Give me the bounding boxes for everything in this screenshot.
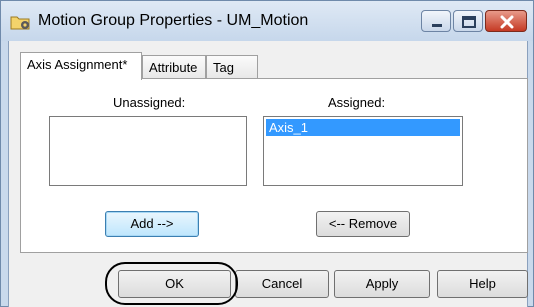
list-item[interactable]: Axis_1 bbox=[266, 119, 460, 136]
tab-tag[interactable]: Tag bbox=[206, 55, 258, 79]
folder-gear-icon bbox=[10, 13, 32, 31]
help-button[interactable]: Help bbox=[437, 270, 528, 298]
apply-button[interactable]: Apply bbox=[334, 270, 430, 298]
window-title: Motion Group Properties - UM_Motion bbox=[38, 12, 309, 29]
maximize-button[interactable] bbox=[453, 10, 483, 32]
title-bar[interactable]: Motion Group Properties - UM_Motion bbox=[1, 1, 533, 41]
tab-axis-assignment[interactable]: Axis Assignment* bbox=[20, 52, 142, 80]
remove-button[interactable]: <-- Remove bbox=[316, 211, 410, 237]
minimize-icon bbox=[432, 24, 442, 27]
cancel-button[interactable]: Cancel bbox=[235, 270, 329, 298]
assigned-listbox[interactable]: Axis_1 bbox=[263, 116, 463, 186]
assigned-label: Assigned: bbox=[328, 95, 386, 110]
close-button[interactable] bbox=[485, 10, 527, 32]
unassigned-listbox[interactable] bbox=[49, 116, 247, 186]
minimize-button[interactable] bbox=[421, 10, 451, 32]
dialog-client-area: Axis Assignment* Attribute Tag Unassigne… bbox=[8, 41, 528, 307]
tab-attribute[interactable]: Attribute bbox=[142, 55, 206, 79]
unassigned-label: Unassigned: bbox=[113, 95, 186, 110]
ok-callout-ellipse bbox=[105, 262, 238, 305]
axis-assignment-panel: Unassigned: Assigned: Axis_1 Add --> <--… bbox=[20, 78, 528, 253]
maximize-icon bbox=[462, 16, 476, 28]
close-icon bbox=[500, 15, 514, 29]
add-button[interactable]: Add --> bbox=[105, 211, 199, 237]
dialog-window: Motion Group Properties - UM_Motion Axis… bbox=[0, 0, 534, 307]
